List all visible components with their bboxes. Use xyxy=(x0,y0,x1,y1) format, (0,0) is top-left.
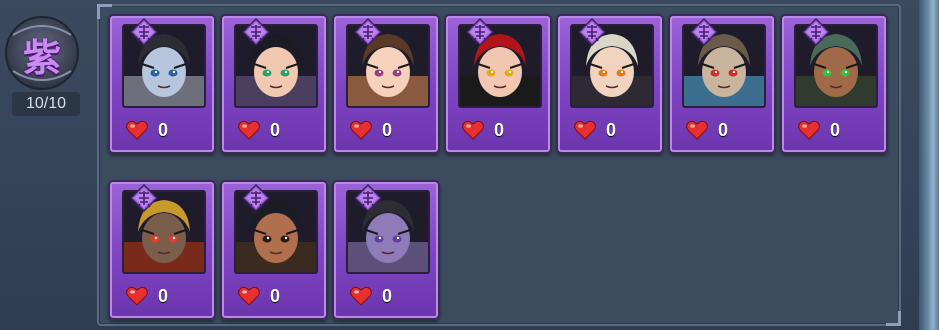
hero-card[interactable]: 0 xyxy=(668,14,776,154)
hero-card[interactable]: 0 xyxy=(556,14,664,154)
hero-card[interactable]: 0 xyxy=(444,14,552,154)
heart-icon xyxy=(350,286,372,306)
heart-icon xyxy=(126,120,148,140)
rank-count-label: 10/10 xyxy=(12,92,80,116)
hero-like-count: 0 xyxy=(830,120,841,140)
heart-icon xyxy=(462,120,484,140)
hero-card[interactable]: 0 xyxy=(220,14,328,154)
hero-like-count: 0 xyxy=(382,286,393,306)
purple-rank-badge-icon xyxy=(353,17,383,47)
purple-rank-badge-icon xyxy=(129,183,159,213)
hero-card[interactable]: 0 xyxy=(332,180,440,320)
heart-icon xyxy=(350,120,372,140)
purple-rank-badge-icon xyxy=(353,183,383,213)
heart-icon xyxy=(798,120,820,140)
rank-emblem-glyph: 紫 xyxy=(22,38,61,80)
hero-like-count: 0 xyxy=(606,120,617,140)
purple-rank-badge-icon xyxy=(577,17,607,47)
purple-rank-emblem: 紫 xyxy=(3,13,81,91)
hero-like-count: 0 xyxy=(718,120,729,140)
hero-like-count: 0 xyxy=(382,120,393,140)
purple-rank-badge-icon xyxy=(465,17,495,47)
hero-like-count: 0 xyxy=(270,286,281,306)
hero-card[interactable]: 0 xyxy=(780,14,888,154)
hero-card[interactable]: 0 xyxy=(220,180,328,320)
hero-like-count: 0 xyxy=(158,120,169,140)
purple-rank-badge-icon xyxy=(241,183,271,213)
heart-icon xyxy=(686,120,708,140)
heart-icon xyxy=(238,120,260,140)
heart-icon xyxy=(574,120,596,140)
heart-icon xyxy=(126,286,148,306)
hero-like-count: 0 xyxy=(270,120,281,140)
hero-card[interactable]: 0 xyxy=(108,14,216,154)
heart-icon xyxy=(238,286,260,306)
purple-rank-badge-icon xyxy=(129,17,159,47)
hero-like-count: 0 xyxy=(494,120,505,140)
purple-rank-badge-icon xyxy=(241,17,271,47)
purple-rank-badge-icon xyxy=(689,17,719,47)
background-edge-decoration xyxy=(919,0,939,330)
hero-like-count: 0 xyxy=(158,286,169,306)
hero-card[interactable]: 0 xyxy=(332,14,440,154)
purple-rank-badge-icon xyxy=(801,17,831,47)
hero-card[interactable]: 0 xyxy=(108,180,216,320)
